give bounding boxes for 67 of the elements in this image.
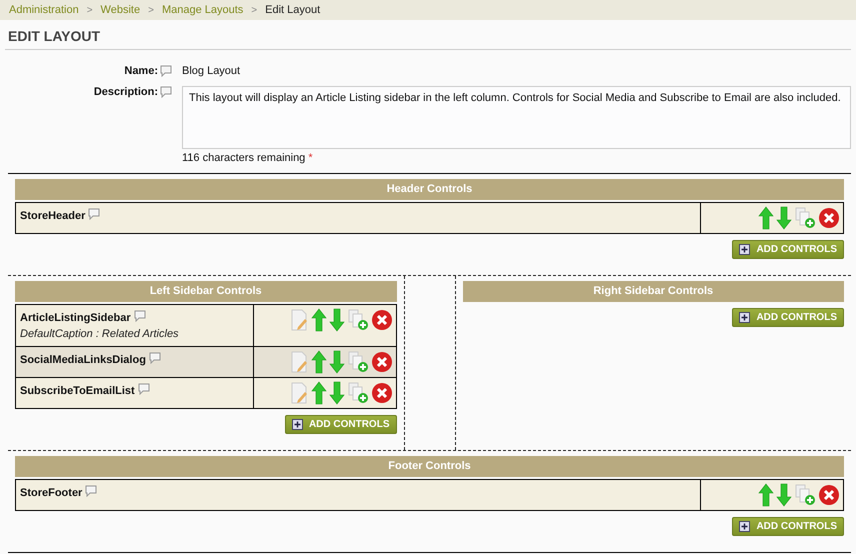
move-up-icon[interactable]	[758, 206, 774, 230]
move-down-icon[interactable]	[328, 350, 344, 374]
plus-icon	[739, 244, 750, 255]
zone-title-bar: Left Sidebar Controls	[15, 281, 396, 302]
control-row[interactable]: ArticleListingSidebar DefaultCaption : Related Articles	[16, 304, 396, 346]
name-value: Blog Layout	[182, 65, 240, 77]
copy-add-icon[interactable]	[794, 207, 816, 229]
copy-add-icon[interactable]	[794, 484, 816, 506]
move-down-icon[interactable]	[776, 206, 792, 230]
delete-icon[interactable]	[370, 382, 392, 404]
plus-icon	[739, 312, 750, 323]
control-row[interactable]: StoreFooter	[16, 480, 844, 510]
required-mark: *	[308, 152, 313, 164]
control-name: StoreFooter	[20, 487, 82, 499]
breadcrumb-link[interactable]: Manage Layouts	[162, 4, 244, 16]
control-name: SubscribeToEmailList	[20, 385, 135, 397]
zone-title-bar: Footer Controls	[15, 456, 844, 477]
comment-icon[interactable]	[85, 485, 98, 497]
control-row[interactable]: SubscribeToEmailList	[16, 378, 396, 408]
control-name: StoreHeader	[20, 210, 86, 222]
comment-icon[interactable]	[138, 383, 150, 395]
breadcrumb-separator: >	[251, 4, 258, 16]
delete-icon[interactable]	[370, 309, 392, 331]
page-title: EDIT LAYOUT	[5, 20, 851, 50]
comment-icon[interactable]	[160, 65, 172, 77]
current-page-label: Edit Layout	[265, 4, 320, 16]
copy-add-icon[interactable]	[346, 351, 368, 373]
control-name: SocialMediaLinksDialog	[20, 354, 146, 366]
copy-add-icon[interactable]	[346, 309, 368, 331]
description-field[interactable]: This layout will display an Article Listing sidebar in the left column. Controls for Social Media and Subscribe to Email are also included.	[182, 86, 851, 149]
move-down-icon[interactable]	[328, 381, 344, 405]
breadcrumb-separator: >	[86, 4, 93, 16]
control-row[interactable]: StoreHeader	[16, 202, 844, 234]
control-name: ArticleListingSidebar	[20, 312, 131, 324]
comment-icon[interactable]	[88, 208, 100, 220]
edit-document-icon[interactable]	[288, 309, 308, 331]
characters-remaining: 116 characters remaining	[182, 152, 306, 164]
comment-icon[interactable]	[134, 310, 146, 322]
zone-title-bar: Right Sidebar Controls	[462, 281, 844, 302]
move-up-icon[interactable]	[758, 483, 774, 507]
add-controls-button[interactable]: ADD CONTROLS	[732, 308, 844, 327]
zone-title-bar: Header Controls	[15, 179, 844, 200]
field-label: Description:	[92, 86, 158, 98]
comment-icon[interactable]	[160, 86, 172, 98]
breadcrumb-link[interactable]: Website	[100, 4, 140, 16]
control-row[interactable]: SocialMediaLinksDialog	[16, 346, 396, 378]
delete-icon[interactable]	[818, 207, 840, 229]
comment-icon[interactable]	[148, 352, 161, 364]
move-down-icon[interactable]	[776, 483, 792, 507]
plus-icon	[292, 419, 303, 430]
add-controls-button[interactable]: ADD CONTROLS	[732, 517, 844, 536]
delete-icon[interactable]	[370, 351, 392, 373]
edit-document-icon[interactable]	[288, 382, 308, 404]
control-caption: DefaultCaption : Related Articles	[20, 328, 180, 340]
add-controls-button[interactable]: ADD CONTROLS	[284, 415, 396, 434]
move-up-icon[interactable]	[310, 381, 326, 405]
move-up-icon[interactable]	[310, 350, 326, 374]
field-label: Name:	[123, 65, 158, 77]
delete-icon[interactable]	[818, 484, 840, 506]
move-up-icon[interactable]	[310, 308, 326, 332]
breadcrumb-separator: >	[148, 4, 154, 16]
edit-document-icon[interactable]	[288, 351, 308, 373]
copy-add-icon[interactable]	[346, 382, 368, 404]
breadcrumb-link[interactable]: Administration	[9, 4, 79, 16]
plus-icon	[739, 521, 750, 532]
add-controls-button[interactable]: ADD CONTROLS	[732, 240, 844, 259]
move-down-icon[interactable]	[328, 308, 344, 332]
